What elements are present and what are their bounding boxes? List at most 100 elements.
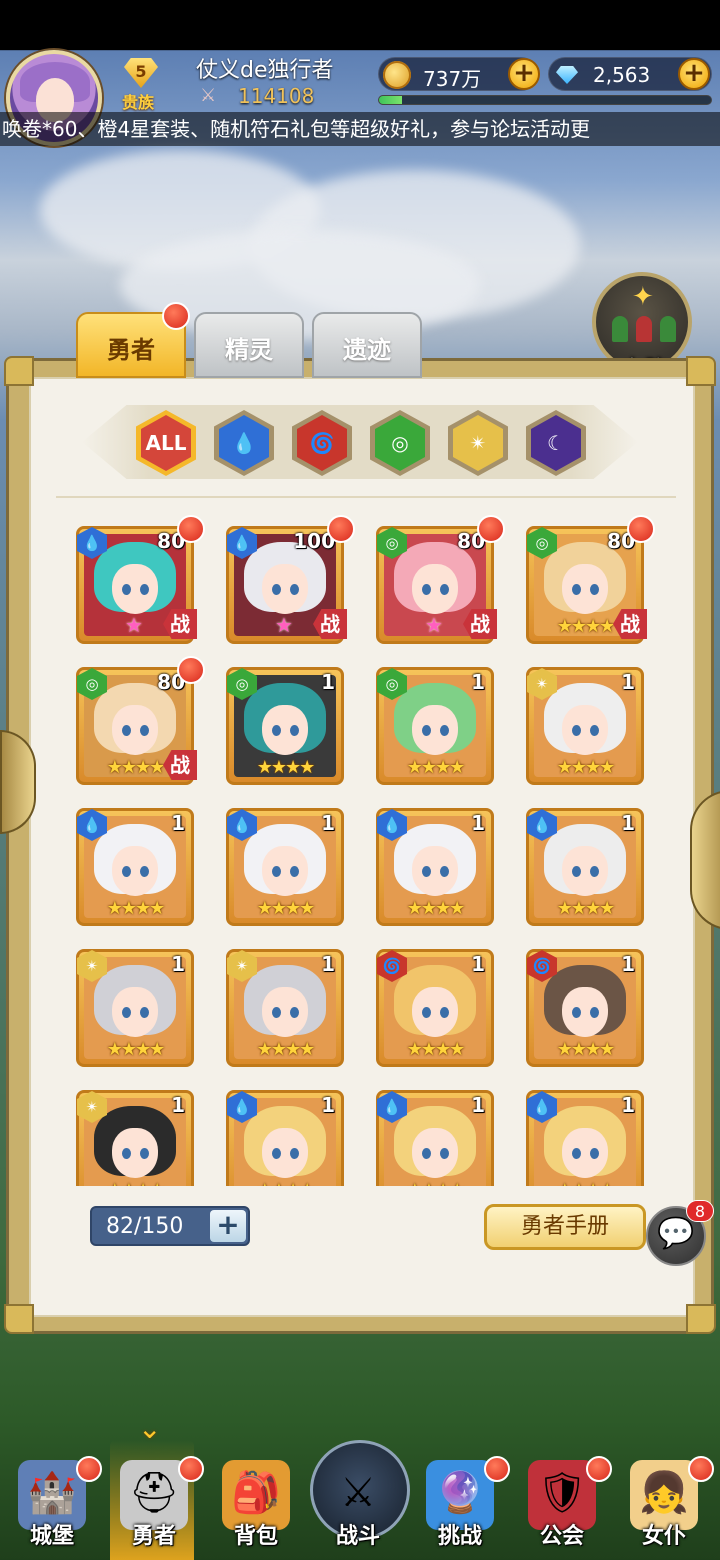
hero-level: 1 bbox=[471, 1093, 485, 1117]
hero-card[interactable]: 💧1★★★★ bbox=[226, 1090, 344, 1186]
hero-card[interactable]: 💧1★★★★ bbox=[226, 808, 344, 926]
hero-notification-dot bbox=[177, 656, 205, 684]
nav-label: 挑战 bbox=[437, 1524, 482, 1549]
hero-card[interactable]: 💧1★★★★ bbox=[376, 808, 494, 926]
star-rating-icon: ★★★★ bbox=[106, 1039, 166, 1060]
team-figure-icon bbox=[660, 316, 676, 342]
star-rating-icon: ★★★★ bbox=[256, 898, 316, 919]
announcement-marquee[interactable]: 唤卷*60、橙4星套装、随机符石礼包等超级好礼，参与论坛活动更 bbox=[0, 112, 720, 146]
expand-capacity-button[interactable]: + bbox=[210, 1210, 246, 1242]
hero-notification-dot bbox=[327, 515, 355, 543]
hero-card[interactable]: 🌀 1 ★★★★ bbox=[376, 949, 494, 1067]
star-rating-icon: ★★★★ bbox=[379, 1180, 491, 1186]
hero-level: 1 bbox=[321, 952, 335, 976]
hero-level: 1 bbox=[621, 670, 635, 694]
hero-card[interactable]: 💧 80 ★ 战 bbox=[76, 515, 205, 644]
panel-corner bbox=[4, 356, 34, 386]
nav-label: 公会 bbox=[539, 1524, 584, 1549]
hero-card[interactable]: ◎ 80 ★ 战 bbox=[376, 515, 505, 644]
hero-card[interactable]: ◎ 1 ★★★★ bbox=[226, 667, 344, 785]
nav-active-arrow-icon: ⌄ bbox=[138, 1412, 162, 1445]
hero-level: 1 bbox=[471, 670, 485, 694]
hero-level: 1 bbox=[171, 1093, 185, 1117]
light-element-icon: ✴ bbox=[453, 415, 503, 471]
hero-level: 1 bbox=[621, 952, 635, 976]
hero-capacity-text: 82/150 bbox=[106, 1214, 184, 1239]
panel-corner bbox=[686, 1304, 716, 1334]
nav-label: 城堡 bbox=[29, 1524, 74, 1549]
hero-level: 1 bbox=[471, 811, 485, 835]
hero-level: 1 bbox=[621, 811, 635, 835]
chat-bubble-icon: 💬 bbox=[657, 1216, 695, 1251]
all-icon: ALL bbox=[141, 415, 191, 471]
team-figure-icon bbox=[612, 316, 628, 342]
hero-card[interactable]: ◎ 1 ★★★★ bbox=[376, 667, 494, 785]
team-figure-icon bbox=[636, 316, 652, 342]
nav-label: 战斗 bbox=[335, 1524, 380, 1549]
pink-star-icon: ★ bbox=[425, 613, 443, 637]
hero-card[interactable]: ◎ 80 ★★★★ 战 bbox=[526, 515, 655, 644]
hero-notification-dot bbox=[477, 515, 505, 543]
star-rating-icon: ★★★★ bbox=[556, 757, 616, 778]
hero-card[interactable]: ✴1★★★★ bbox=[226, 949, 344, 1067]
combat-power-icon: ⚔ bbox=[200, 85, 217, 106]
fire-element-icon: 🌀 bbox=[297, 415, 347, 471]
star-rating-icon: ★★★★ bbox=[406, 898, 466, 919]
hero-card[interactable]: ✴1★★★★ bbox=[76, 949, 194, 1067]
nav-notification-dot bbox=[586, 1456, 612, 1482]
hero-card[interactable]: 🌀 1 ★★★★ bbox=[526, 949, 644, 1067]
star-rating-icon: ★★★★ bbox=[529, 1180, 641, 1186]
tab-heroes-notification-dot bbox=[162, 302, 190, 330]
hero-notification-dot bbox=[627, 515, 655, 543]
nav-crossed-swords[interactable]: ⚔ 战斗 bbox=[310, 1446, 406, 1556]
hero-card[interactable]: ✴1★★★★ bbox=[526, 667, 644, 785]
chat-unread-badge: 8 bbox=[686, 1200, 714, 1222]
gold-amount: 737万 bbox=[423, 67, 482, 91]
panel-corner bbox=[686, 356, 716, 386]
add-gold-button[interactable]: + bbox=[508, 58, 540, 90]
nav-notification-dot bbox=[178, 1456, 204, 1482]
wind-element-icon: ◎ bbox=[375, 415, 425, 471]
hero-handbook-button[interactable]: 勇者手册 bbox=[484, 1204, 646, 1250]
nav-label: 女仆 bbox=[641, 1524, 686, 1549]
star-rating-icon: ★★★★ bbox=[229, 1180, 341, 1186]
tab-relics[interactable]: 遗迹 bbox=[312, 312, 422, 378]
nav-backpack-chest[interactable]: 🎒 背包 bbox=[208, 1446, 304, 1556]
vip-badge[interactable]: 5 bbox=[110, 58, 172, 92]
hero-level: 1 bbox=[171, 952, 185, 976]
dark-element-icon: ☾ bbox=[531, 415, 581, 471]
add-diamond-button[interactable]: + bbox=[678, 58, 710, 90]
star-rating-icon: ★★★★ bbox=[556, 1039, 616, 1060]
star-rating-icon: ★★★★ bbox=[256, 1039, 316, 1060]
star-rating-icon: ★★★★ bbox=[106, 898, 166, 919]
star-rating-icon: ★★★★ bbox=[406, 757, 466, 778]
hero-card[interactable]: 💧1★★★★ bbox=[76, 808, 194, 926]
hero-card[interactable]: ✴1★★★★ bbox=[76, 1090, 194, 1186]
hero-card[interactable]: 💧1★★★★ bbox=[376, 1090, 494, 1186]
tab-spirits[interactable]: 精灵 bbox=[194, 312, 304, 378]
hero-level: 1 bbox=[171, 811, 185, 835]
diamond-icon bbox=[553, 61, 581, 89]
hero-capacity: 82/150 + bbox=[90, 1206, 250, 1246]
water-element-icon: 💧 bbox=[219, 415, 269, 471]
star-rating-icon: ★★★★ bbox=[406, 1039, 466, 1060]
nav-notification-dot bbox=[484, 1456, 510, 1482]
tab-heroes-label: 勇者 bbox=[107, 336, 155, 364]
star-rating-icon: ★★★★ bbox=[556, 898, 616, 919]
hero-card[interactable]: ◎ 80 ★★★★ 战 bbox=[76, 656, 205, 785]
vip-level: 5 bbox=[135, 62, 147, 81]
compass-star-icon: ✦ bbox=[632, 282, 654, 312]
exp-progress-fill bbox=[379, 96, 403, 104]
vip-label: 贵族 bbox=[122, 93, 155, 112]
hero-card[interactable]: 💧 100 ★ 战 bbox=[226, 515, 355, 644]
star-rating-icon: ★★★★ bbox=[79, 1180, 191, 1186]
divider bbox=[56, 496, 676, 498]
player-name: 仗义de独行者 bbox=[196, 58, 334, 83]
hero-card[interactable]: 💧1★★★★ bbox=[526, 808, 644, 926]
star-rating-icon: ★★★★ bbox=[256, 757, 316, 778]
nav-label: 背包 bbox=[233, 1524, 278, 1549]
hero-card[interactable]: 💧1★★★★ bbox=[526, 1090, 644, 1186]
hero-level: 1 bbox=[321, 811, 335, 835]
panel-corner bbox=[4, 1304, 34, 1334]
diamond-amount: 2,563 bbox=[593, 63, 651, 87]
